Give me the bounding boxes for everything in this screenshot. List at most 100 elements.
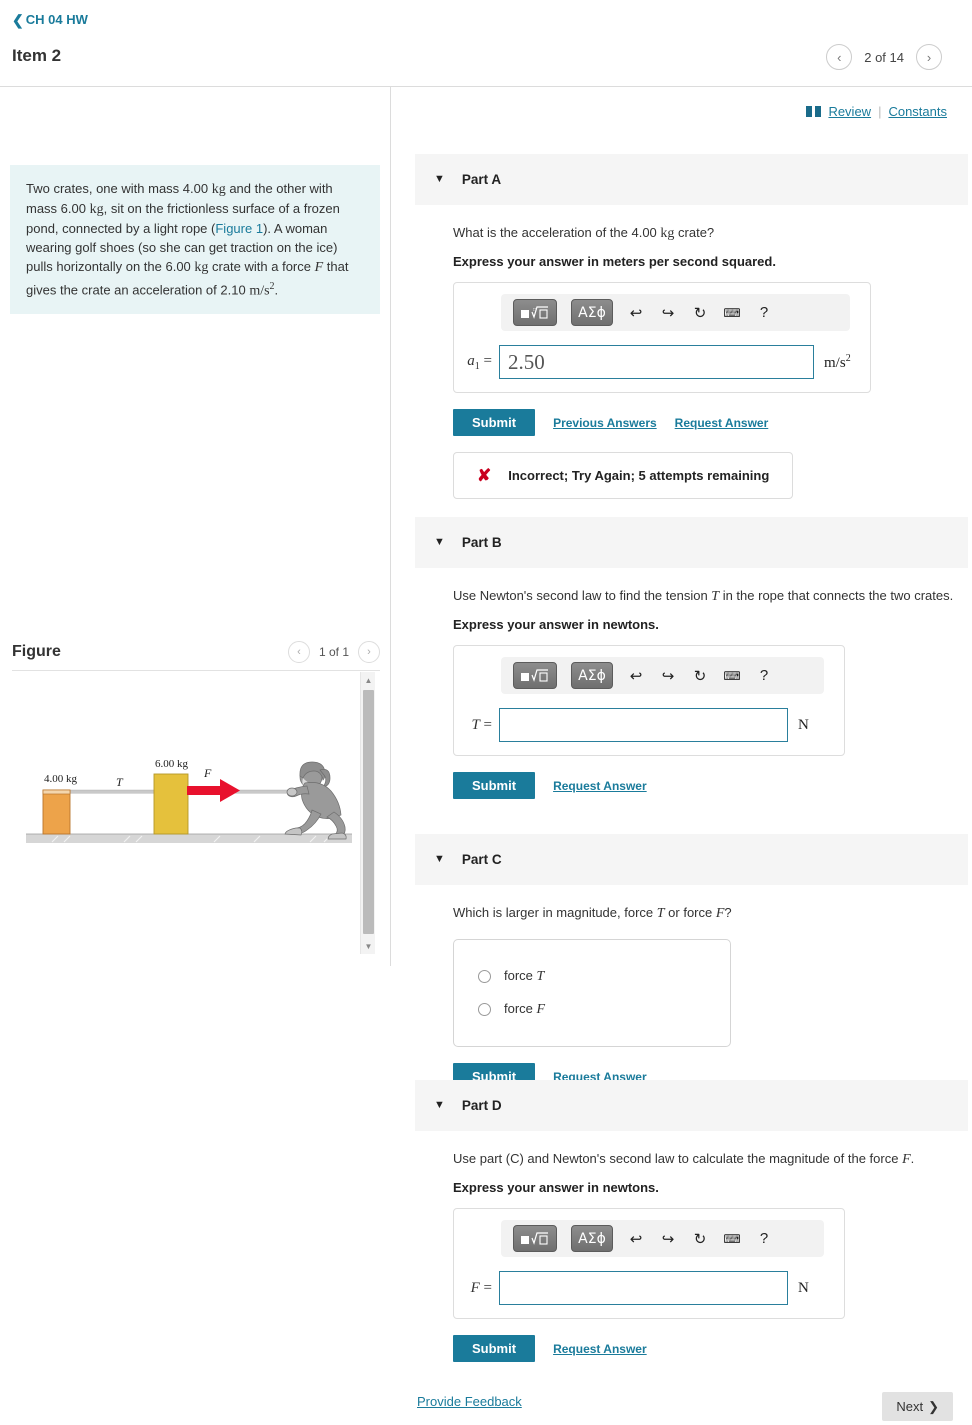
scroll-down-arrow-icon[interactable]: ▼ — [361, 938, 376, 954]
question-text: . — [910, 1151, 915, 1166]
part-d-request-answer-link[interactable]: Request Answer — [553, 1342, 647, 1356]
keyboard-icon[interactable]: ⌨ — [723, 303, 741, 323]
greek-symbols-button[interactable]: ΑΣϕ — [571, 299, 613, 326]
figure-1-link[interactable]: Figure 1 — [215, 221, 263, 236]
part-d-instruction: Express your answer in newtons. — [453, 1180, 659, 1195]
greek-symbols-button[interactable]: ΑΣϕ — [571, 1225, 613, 1252]
redo-icon[interactable]: ↪ — [659, 1229, 677, 1249]
part-d-answer-box: ΑΣϕ ↩ ↪ ↻ ⌨ ? F = N — [453, 1208, 845, 1319]
part-a-request-answer-link[interactable]: Request Answer — [675, 416, 769, 430]
svg-text:□: □ — [533, 307, 536, 313]
var-T: T — [711, 589, 720, 604]
statement-text: crate with a force — [208, 259, 315, 274]
unit-kg: kg — [211, 182, 226, 197]
help-icon[interactable]: ? — [755, 666, 773, 686]
part-d-submit-button[interactable]: Submit — [453, 1335, 536, 1362]
constants-link[interactable]: Constants — [888, 104, 947, 119]
part-d-header[interactable]: ▼ Part D — [415, 1080, 968, 1131]
previous-item-button[interactable]: ‹ — [826, 44, 853, 70]
redo-icon[interactable]: ↪ — [659, 303, 677, 323]
separator: | — [878, 104, 882, 119]
part-c-label: Part C — [461, 852, 502, 867]
part-d-answer-row: F = N — [466, 1271, 832, 1305]
math-template-button[interactable]: □ — [513, 299, 557, 326]
subscript: 1 — [474, 360, 480, 372]
unit-text: N — [798, 716, 809, 733]
provide-feedback-link[interactable]: Provide Feedback — [417, 1394, 522, 1409]
part-c-choice-force-t[interactable]: force T — [454, 960, 730, 993]
question-text: ? — [724, 905, 732, 920]
radio-button[interactable] — [478, 970, 491, 983]
part-d-section: ▼ Part D Use part (C) and Newton's secon… — [415, 1080, 968, 1362]
question-text: in the rope that connects the two crates… — [719, 588, 954, 603]
chevron-left-icon: ‹ — [297, 646, 301, 658]
next-button[interactable]: Next ❯ — [882, 1392, 953, 1421]
help-icon[interactable]: ? — [755, 1229, 773, 1249]
top-bar: ❮ CH 04 HW Item 2 ‹ 2 of 14 › — [0, 0, 972, 86]
part-a-answer-input[interactable] — [499, 345, 814, 379]
radio-button[interactable] — [478, 1003, 491, 1016]
var-F: F — [536, 1002, 546, 1017]
part-a-submit-button[interactable]: Submit — [453, 409, 536, 436]
part-a-body: What is the acceleration of the 4.00 kg … — [415, 205, 968, 499]
review-link[interactable]: Review — [828, 104, 871, 119]
choice-prefix: force — [504, 968, 537, 983]
redo-icon[interactable]: ↪ — [659, 666, 677, 686]
greek-symbols-button[interactable]: ΑΣϕ — [571, 662, 613, 689]
part-a-header[interactable]: ▼ Part A — [415, 154, 968, 205]
part-a-feedback-text: Incorrect; Try Again; 5 attempts remaini… — [508, 468, 770, 483]
part-a-lhs-label: a1 = — [467, 352, 492, 372]
help-icon[interactable]: ? — [755, 303, 773, 323]
part-b-lhs-label: T = — [471, 716, 492, 733]
part-b-header[interactable]: ▼ Part B — [415, 517, 968, 568]
figure-divider — [12, 670, 380, 671]
undo-icon[interactable]: ↩ — [627, 303, 645, 323]
part-a-label: Part A — [461, 172, 502, 187]
part-a-previous-answers-link[interactable]: Previous Answers — [553, 416, 657, 430]
undo-icon[interactable]: ↩ — [627, 1229, 645, 1249]
item-pager: ‹ 2 of 14 › — [826, 44, 942, 70]
part-b-submit-button[interactable]: Submit — [453, 772, 536, 799]
chevron-down-icon: ▼ — [434, 173, 445, 185]
right-pane: Review | Constants ▼ Part A What is the … — [391, 87, 972, 1425]
variable-a: a — [467, 352, 475, 369]
part-d-question: Use part (C) and Newton's second law to … — [453, 1149, 972, 1169]
equation-toolbar: □ ΑΣϕ ↩ ↪ ↻ ⌨ ? — [501, 294, 850, 331]
keyboard-icon[interactable]: ⌨ — [723, 666, 741, 686]
reset-icon[interactable]: ↻ — [691, 303, 709, 323]
figure-label-tension: T — [116, 775, 124, 789]
reset-icon[interactable]: ↻ — [691, 1229, 709, 1249]
chevron-down-icon: ▼ — [434, 853, 445, 865]
figure-scrollbar[interactable]: ▲ ▼ — [360, 672, 375, 954]
undo-icon[interactable]: ↩ — [627, 666, 645, 686]
figure-label-mass-right: 6.00 kg — [155, 758, 189, 770]
math-template-button[interactable] — [513, 662, 557, 689]
question-text: What is the acceleration of the 4.00 — [453, 225, 661, 240]
figure-label-mass-left: 4.00 kg — [44, 773, 78, 785]
math-template-button[interactable] — [513, 1225, 557, 1252]
part-c-section: ▼ Part C Which is larger in magnitude, f… — [415, 834, 968, 1090]
part-b-request-answer-link[interactable]: Request Answer — [553, 779, 647, 793]
choice-label: force F — [504, 1001, 545, 1018]
part-b-question: Use Newton's second law to find the tens… — [453, 586, 958, 606]
part-a-feedback: ✘ Incorrect; Try Again; 5 attempts remai… — [453, 452, 793, 499]
part-a-actions: Submit Previous Answers Request Answer — [453, 409, 968, 436]
reset-icon[interactable]: ↻ — [691, 666, 709, 686]
figure-previous-button[interactable]: ‹ — [287, 641, 310, 663]
part-b-section: ▼ Part B Use Newton's second law to find… — [415, 517, 968, 799]
variable-F: F — [470, 1279, 480, 1296]
keyboard-icon[interactable]: ⌨ — [723, 1229, 741, 1249]
figure-next-button[interactable]: › — [358, 641, 380, 663]
unit-text: N — [798, 1279, 809, 1296]
part-d-unit: N — [788, 1280, 832, 1297]
back-to-assignment-link[interactable]: ❮ CH 04 HW — [12, 12, 88, 27]
next-item-button[interactable]: › — [916, 44, 942, 70]
part-c-header[interactable]: ▼ Part C — [415, 834, 968, 885]
figure-viewport: 4.00 kg 6.00 kg T F — [12, 672, 380, 954]
part-c-choice-force-f[interactable]: force F — [454, 993, 730, 1026]
scrollbar-thumb[interactable] — [363, 690, 374, 934]
part-d-body: Use part (C) and Newton's second law to … — [415, 1131, 968, 1362]
scroll-up-arrow-icon[interactable]: ▲ — [361, 672, 376, 688]
part-b-answer-input[interactable] — [499, 708, 788, 742]
part-d-answer-input[interactable] — [499, 1271, 788, 1305]
